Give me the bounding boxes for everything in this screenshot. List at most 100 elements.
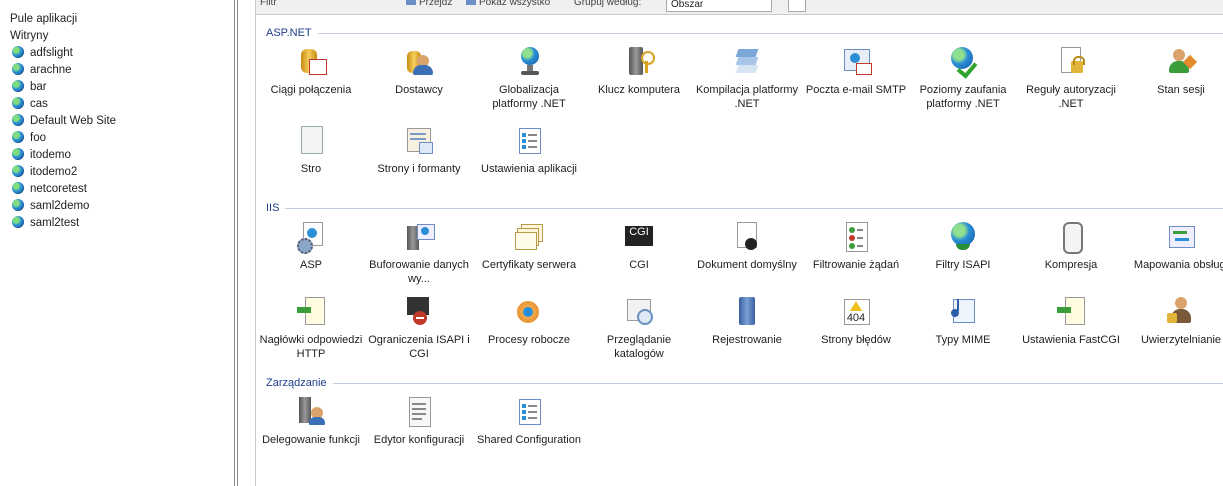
site-globe-icon bbox=[12, 80, 24, 92]
tree-item-site[interactable]: foo bbox=[12, 130, 46, 147]
handler-mappings-icon bbox=[1165, 220, 1197, 252]
tree-item-label: foo bbox=[30, 132, 46, 144]
tree-item-label: arachne bbox=[30, 64, 72, 76]
shared-configuration-icon bbox=[513, 395, 545, 427]
tree-item-app-pools[interactable]: Pule aplikacji bbox=[10, 11, 77, 28]
feature-tile[interactable]: Stan sesji bbox=[1127, 45, 1223, 97]
tree-item-site[interactable]: cas bbox=[12, 96, 48, 113]
feature-tile[interactable]: Procesy robocze bbox=[475, 295, 583, 347]
feature-tile[interactable]: Klucz komputera bbox=[585, 45, 693, 97]
section-divider bbox=[268, 208, 1223, 209]
feature-tile[interactable]: Rejestrowanie bbox=[693, 295, 801, 347]
default-document-icon bbox=[731, 220, 763, 252]
server-certificates-icon bbox=[513, 220, 545, 252]
feature-tile[interactable]: Stro bbox=[257, 124, 365, 176]
feature-tile[interactable]: Nagłówki odpowiedzi HTTP bbox=[257, 295, 365, 361]
group-by-select[interactable]: Obszar bbox=[666, 0, 772, 12]
feature-tile[interactable]: Ustawienia FastCGI bbox=[1017, 295, 1125, 347]
tree-item-site[interactable]: arachne bbox=[12, 62, 72, 79]
go-button-label: Przejdź bbox=[419, 0, 453, 8]
authentication-icon bbox=[1165, 295, 1197, 327]
feature-label: Kompresja bbox=[1044, 259, 1098, 271]
feature-tile[interactable]: Buforowanie danych wy... bbox=[365, 220, 473, 286]
feature-tile[interactable]: Filtrowanie żądań bbox=[802, 220, 910, 272]
providers-icon bbox=[403, 45, 435, 77]
go-button[interactable]: Przejdź bbox=[406, 0, 452, 10]
tree-item-label: saml2demo bbox=[30, 200, 90, 212]
compilation-icon bbox=[731, 45, 763, 77]
feature-label: Ciągi połączenia bbox=[270, 84, 352, 96]
tree-item-site[interactable]: adfslight bbox=[12, 45, 73, 62]
feature-label: Klucz komputera bbox=[598, 84, 680, 96]
feature-tile[interactable]: Mapowania obsługi bbox=[1127, 220, 1223, 272]
tree-item-site[interactable]: itodemo bbox=[12, 147, 71, 164]
show-all-button[interactable]: Pokaż wszystko bbox=[466, 0, 550, 10]
feature-tile[interactable]: Filtry ISAPI bbox=[909, 220, 1017, 272]
feature-label: Ograniczenia ISAPI i CGI bbox=[368, 334, 470, 360]
connections-tree: Pule aplikacji Witryny adfslight arachne b… bbox=[0, 0, 232, 486]
panel-splitter[interactable] bbox=[232, 0, 242, 486]
feature-tile[interactable]: Kompilacja platformy .NET bbox=[693, 45, 801, 111]
worker-processes-icon bbox=[513, 295, 545, 327]
section-header[interactable]: IIS bbox=[266, 200, 286, 216]
feature-tile[interactable]: 404 Strony błędów bbox=[802, 295, 910, 347]
feature-label: Procesy robocze bbox=[488, 334, 570, 346]
feature-tile[interactable]: Ustawienia aplikacji bbox=[475, 124, 583, 176]
feature-label: Poziomy zaufania platformy .NET bbox=[919, 84, 1007, 110]
feature-label: Poczta e-mail SMTP bbox=[805, 84, 907, 96]
feature-tile[interactable]: Shared Configuration bbox=[475, 395, 583, 447]
section-divider bbox=[268, 33, 1223, 34]
logging-icon bbox=[731, 295, 763, 327]
tree-item-site[interactable]: Default Web Site bbox=[12, 113, 116, 130]
tree-item-site[interactable]: saml2test bbox=[12, 215, 79, 232]
section-header[interactable]: ASP.NET bbox=[266, 25, 318, 41]
feature-tile[interactable]: Kompresja bbox=[1017, 220, 1125, 272]
filter-toolbar: Filtr Przejdź Pokaż wszystko Grupuj wedł… bbox=[256, 0, 1223, 15]
error-pages-icon: 404 bbox=[840, 295, 872, 327]
site-globe-icon bbox=[12, 199, 24, 211]
tree-item-site[interactable]: bar bbox=[12, 79, 47, 96]
feature-tile[interactable]: Uwierzytelnianie bbox=[1127, 295, 1223, 347]
tree-item-site[interactable]: saml2demo bbox=[12, 198, 89, 215]
feature-tile[interactable]: CGI CGI bbox=[585, 220, 693, 272]
feature-tile[interactable]: ASP bbox=[257, 220, 365, 272]
tree-item-label: adfslight bbox=[30, 47, 73, 59]
request-filtering-icon bbox=[840, 220, 872, 252]
go-icon bbox=[406, 0, 416, 5]
view-toggle-button[interactable] bbox=[788, 0, 806, 12]
feature-tile[interactable]: Strony i formanty bbox=[365, 124, 473, 176]
feature-label: Kompilacja platformy .NET bbox=[695, 84, 799, 110]
feature-tile[interactable]: Typy MIME bbox=[909, 295, 1017, 347]
feature-tile[interactable]: Ograniczenia ISAPI i CGI bbox=[365, 295, 473, 361]
globalization-icon bbox=[513, 45, 545, 77]
tree-item-sites[interactable]: Witryny bbox=[10, 28, 48, 45]
section-header[interactable]: Zarządzanie bbox=[266, 375, 333, 391]
trust-levels-icon bbox=[947, 45, 979, 79]
feature-tile[interactable]: Delegowanie funkcji bbox=[257, 395, 365, 447]
pages-icon bbox=[295, 124, 327, 156]
tree-item-label: Pule aplikacji bbox=[10, 13, 78, 25]
configuration-editor-icon bbox=[403, 395, 435, 427]
feature-tile[interactable]: Dostawcy bbox=[365, 45, 473, 97]
cgi-icon: CGI bbox=[623, 220, 655, 252]
tree-item-site[interactable]: netcoretest bbox=[12, 181, 87, 198]
feature-tile[interactable]: Dokument domyślny bbox=[693, 220, 801, 272]
smtp-email-icon bbox=[840, 45, 872, 77]
feature-tile[interactable]: Edytor konfiguracji bbox=[365, 395, 473, 447]
feature-label: Przeglądanie katalogów bbox=[606, 334, 672, 360]
tree-item-label: itodemo2 bbox=[30, 166, 78, 178]
tree-item-label: bar bbox=[30, 81, 47, 93]
feature-tile[interactable]: Przeglądanie katalogów bbox=[585, 295, 693, 361]
site-globe-icon bbox=[12, 97, 24, 109]
feature-label: Strony błędów bbox=[821, 334, 891, 346]
feature-tile[interactable]: Poczta e-mail SMTP bbox=[802, 45, 910, 97]
feature-tile[interactable]: Globalizacja platformy .NET bbox=[475, 45, 583, 111]
directory-browsing-icon bbox=[623, 295, 655, 327]
feature-tile[interactable]: Ciągi połączenia bbox=[257, 45, 365, 97]
isapi-filters-icon bbox=[947, 220, 979, 252]
feature-tile[interactable]: Reguły autoryzacji .NET bbox=[1017, 45, 1125, 111]
fastcgi-settings-icon bbox=[1055, 295, 1087, 327]
tree-item-site[interactable]: itodemo2 bbox=[12, 164, 77, 181]
feature-tile[interactable]: Certyfikaty serwera bbox=[475, 220, 583, 272]
feature-tile[interactable]: Poziomy zaufania platformy .NET bbox=[909, 45, 1017, 111]
